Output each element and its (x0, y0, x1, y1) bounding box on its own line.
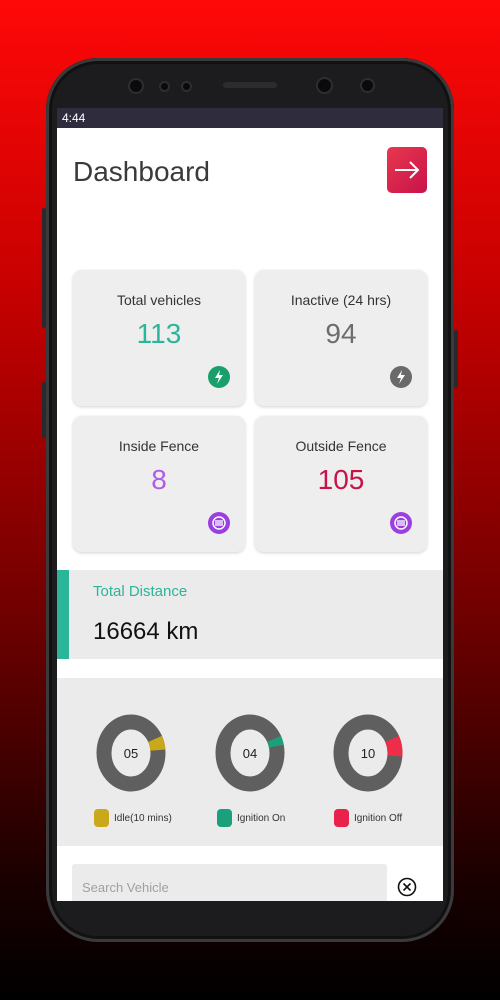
card-inside-fence[interactable]: Inside Fence 8 (73, 416, 245, 552)
sensor-dot (161, 83, 168, 90)
legend-swatch (217, 809, 232, 827)
donut-ignition-off[interactable]: 10 (332, 712, 404, 794)
legend-swatch (94, 809, 109, 827)
legend-ignition-off: Ignition Off (334, 809, 402, 827)
card-value: 94 (325, 318, 357, 349)
speaker-grille (223, 82, 277, 88)
card-outside-fence[interactable]: Outside Fence 105 (255, 416, 427, 552)
iris-sensor (318, 79, 331, 92)
page-title: Dashboard (73, 156, 210, 187)
status-donut-panel: 05 04 10 Idle(10 mins) Ignition On Ignit… (57, 678, 443, 846)
power-button (454, 330, 458, 388)
close-circle-icon (397, 877, 417, 897)
bolt-icon (390, 366, 412, 388)
legend-idle: Idle(10 mins) (94, 809, 172, 827)
card-label: Inactive (24 hrs) (290, 292, 392, 308)
fence-icon (208, 512, 230, 534)
sensor-dot (183, 83, 190, 90)
proximity-sensor (362, 80, 373, 91)
legend-label: Ignition Off (354, 812, 403, 824)
legend-label: Idle(10 mins) (114, 812, 172, 824)
distance-value: 16664 km (93, 618, 199, 645)
total-distance-panel: Total Distance 16664 km (57, 570, 443, 659)
donut-ignition-on[interactable]: 04 (214, 712, 286, 794)
card-value: 113 (136, 318, 182, 349)
legend-ignition-on: Ignition On (217, 809, 285, 827)
card-value: 105 (317, 464, 365, 495)
clear-search-button[interactable] (397, 877, 417, 897)
card-total-vehicles[interactable]: Total vehicles 113 (73, 270, 245, 406)
logout-button[interactable] (387, 147, 427, 193)
donut-count: 05 (123, 745, 139, 761)
app-screen: 4:44 Dashboard Total vehicles 113 Inacti… (57, 108, 443, 901)
card-label: Outside Fence (295, 438, 387, 454)
search-input[interactable] (80, 879, 374, 896)
legend-label: Ignition On (237, 812, 286, 824)
bixby-button (42, 382, 46, 438)
arrow-right-icon (395, 161, 420, 179)
fence-icon (390, 512, 412, 534)
status-time: 4:44 (62, 111, 86, 125)
donut-count: 10 (360, 745, 376, 761)
card-inactive[interactable]: Inactive (24 hrs) 94 (255, 270, 427, 406)
donut-idle[interactable]: 05 (95, 712, 167, 794)
front-camera (130, 80, 142, 92)
volume-button (42, 208, 46, 328)
distance-label: Total Distance (93, 583, 188, 600)
bolt-icon (208, 366, 230, 388)
card-label: Total vehicles (116, 292, 202, 308)
card-value: 8 (151, 464, 167, 495)
donut-count: 04 (242, 745, 258, 761)
status-bar: 4:44 (57, 108, 443, 128)
search-box[interactable] (72, 864, 387, 901)
legend-swatch (334, 809, 349, 827)
card-label: Inside Fence (118, 438, 200, 454)
accent-bar (57, 570, 69, 659)
